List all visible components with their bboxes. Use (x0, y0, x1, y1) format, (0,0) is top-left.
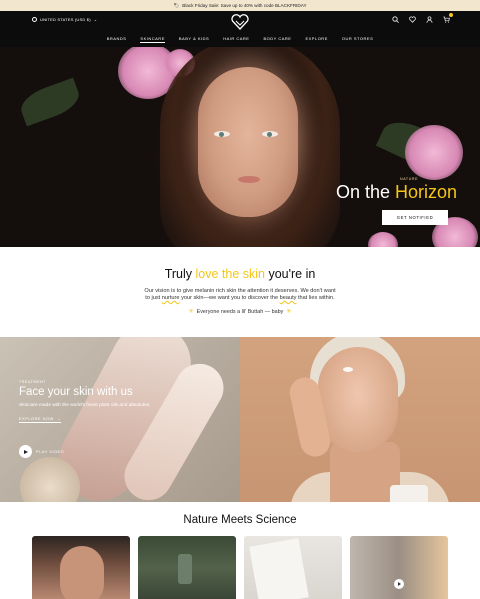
video-card[interactable] (350, 536, 448, 599)
currency-label: UNITED STATES (USD $) (40, 17, 91, 22)
model-lips (238, 176, 260, 183)
search-icon[interactable] (392, 16, 399, 23)
nav-brands[interactable]: BRANDS (107, 36, 127, 41)
cart-badge (449, 13, 453, 17)
card-image (178, 554, 192, 584)
card-image (249, 538, 309, 599)
article-card[interactable] (138, 536, 236, 599)
hero-title: On the Horizon (336, 182, 458, 202)
nav-explore[interactable]: EXPLORE (305, 36, 327, 41)
cart-icon[interactable] (443, 13, 453, 23)
sparkle-icon: ✳ (188, 309, 194, 315)
get-notified-button[interactable]: GET NOTIFIED (382, 210, 448, 225)
orchid-flower-image (368, 232, 398, 247)
cream-dot-image (343, 367, 353, 372)
orchid-flower-image (405, 125, 463, 180)
chevron-down-icon: ⌄ (93, 17, 98, 22)
play-icon[interactable] (394, 579, 404, 589)
section-title: Nature Meets Science (183, 514, 297, 526)
leaf-decoration (16, 77, 84, 127)
model-face-image (198, 67, 298, 217)
article-card[interactable] (244, 536, 342, 599)
nav-hair-care[interactable]: HAIR CARE (223, 36, 249, 41)
nav-our-stores[interactable]: OUR STORES (342, 36, 373, 41)
explore-now-link[interactable]: EXPLORE NOW → (19, 417, 62, 423)
cream-jar-image (390, 485, 428, 502)
intro-tagline: ✳ Everyone needs a lil' Buttah — baby ✳ (188, 308, 292, 316)
model-face-image (318, 347, 398, 452)
nav-skincare[interactable]: SKINCARE (140, 36, 166, 43)
arrow-right-icon: → (56, 417, 62, 421)
announcement-text: Black Friday Sale: Save up to 40% with c… (182, 3, 307, 8)
play-icon (19, 445, 32, 458)
account-icon[interactable] (426, 16, 433, 23)
play-video-button[interactable]: PLAY VIDEO (19, 445, 64, 458)
nav-body-care[interactable]: BODY CARE (263, 36, 291, 41)
intro-text-line-2: to just nurture your skin—we want you to… (145, 295, 335, 301)
currency-selector[interactable]: UNITED STATES (USD $) ⌄ (32, 17, 97, 22)
hero-eyebrow: NATURE (400, 177, 419, 181)
wishlist-heart-icon[interactable] (409, 16, 416, 23)
brand-logo[interactable] (231, 14, 249, 30)
site-header: UNITED STATES (USD $) ⌄ BRANDS SKINCARE … (0, 11, 480, 47)
banner-eyebrow: TREATMENT (19, 380, 47, 384)
globe-icon (32, 17, 37, 22)
hero-banner: NATURE On the Horizon GET NOTIFIED (0, 47, 480, 247)
nav-baby-kids[interactable]: BABY & KIDS (179, 36, 209, 41)
sparkle-icon: ✳ (286, 309, 292, 315)
header-icons (392, 13, 453, 23)
intro-title: Truly love the skin you're in (164, 267, 316, 281)
main-nav: BRANDS SKINCARE BABY & KIDS HAIR CARE BO… (0, 36, 480, 43)
banner-subtitle: Skincare made with the world's finest pl… (19, 403, 151, 408)
mature-skin-banner (240, 337, 480, 502)
banner-title: Face your skin with us (19, 386, 133, 398)
announcement-bar: 🏷 Black Friday Sale: Save up to 40% with… (0, 0, 480, 11)
article-card[interactable] (32, 536, 130, 599)
treatment-banner: TREATMENT Face your skin with us Skincar… (0, 337, 240, 502)
intro-section: Truly love the skin you're in Our vision… (0, 247, 480, 337)
tag-icon: 🏷 (173, 2, 180, 8)
intro-text-line-1: Our vision is to give melanin rich skin … (144, 288, 336, 294)
card-image (60, 546, 104, 599)
